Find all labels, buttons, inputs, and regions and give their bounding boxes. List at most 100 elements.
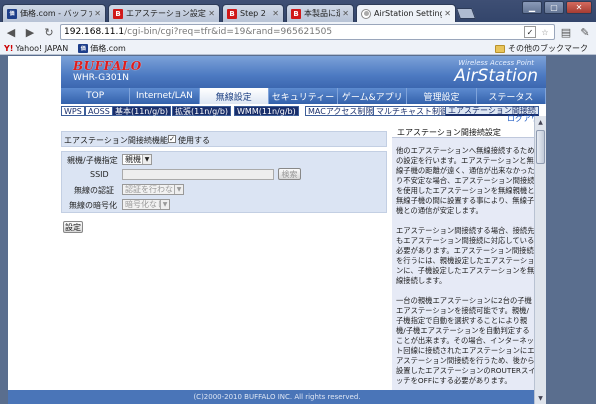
scroll-up-icon[interactable]: ▲ [535, 116, 546, 128]
help-paragraph: エアステーション間接続する場合、接続先もエアステーション間接続に対応している必要… [396, 226, 535, 285]
ssid-label: SSID [90, 170, 109, 179]
help-title: エアステーション間接続設定 [397, 128, 501, 137]
encryption-label: 無線の暗号化 [69, 201, 117, 210]
browser-toolbar: ◀ ▶ ↻ 192.168.11.1/cgi-bin/cgi?req=tfr&i… [0, 22, 596, 42]
chevron-down-icon: ▼ [142, 155, 151, 164]
browser-tab-product[interactable]: B 本製品に遭切 ✕ [286, 4, 354, 22]
browser-tab-step2[interactable]: B Step 2 ✕ [222, 4, 284, 22]
yahoo-icon: Y! [4, 43, 14, 53]
main-nav-internet-lan[interactable]: Internet/LAN [130, 88, 200, 104]
use-checkbox-label: 使用する [178, 136, 210, 145]
window-controls: ▁ ▢ ✕ [522, 1, 592, 14]
tab-title: Step 2 [240, 9, 266, 18]
main-nav-top[interactable]: TOP [61, 88, 131, 104]
address-bar[interactable]: 192.168.11.1/cgi-bin/cgi?req=tfr&id=19&r… [60, 24, 555, 40]
tab-title: エアステーション設定ガイ [126, 9, 206, 18]
feature-label: エアステーション間接続機能 [64, 136, 168, 145]
close-icon[interactable]: ✕ [94, 9, 101, 18]
mode-select[interactable]: 親機 ▼ [122, 154, 152, 165]
page-menu-icon[interactable]: ▤ [558, 24, 574, 40]
tab-title: AirStation Settings [374, 9, 443, 18]
bookmark-yahoo[interactable]: Y! Yahoo! JAPAN [4, 44, 68, 53]
auth-select[interactable]: 認証を行わない ▼ [122, 184, 184, 195]
close-icon[interactable]: ✕ [208, 9, 215, 18]
close-icon[interactable]: ✕ [444, 9, 451, 18]
maximize-button[interactable]: ▢ [544, 1, 564, 14]
mode-value: 親機 [125, 155, 141, 164]
subtab-multicast[interactable]: マルチキャスト制御 [373, 106, 451, 116]
buffalo-favicon: B [227, 8, 237, 19]
ssid-input[interactable] [122, 169, 274, 180]
kakaku-favicon: 価 [7, 8, 17, 19]
subtab-wmm[interactable]: WMM(11n/g/b) [234, 106, 299, 116]
submit-button[interactable]: 設定 [63, 221, 83, 233]
encryption-select[interactable]: 暗号化なし ▼ [122, 199, 170, 210]
subtab-aoss[interactable]: AOSS [85, 106, 113, 116]
router-header: BUFFALO WHR-G301N Wireless Access Point … [61, 56, 546, 88]
subtab-wps[interactable]: WPS [61, 106, 85, 116]
scroll-thumb[interactable] [536, 130, 545, 164]
bookmarks-bar: Y! Yahoo! JAPAN 価 価格.com その他のブックマーク [0, 42, 596, 55]
buffalo-logo: BUFFALO [73, 59, 142, 73]
sub-nav: WPS AOSS 基本(11n/g/b) 拡張(11n/g/b) WMM(11n… [61, 104, 546, 134]
close-icon[interactable]: ✕ [342, 9, 349, 18]
model-name: WHR-G301N [73, 73, 130, 83]
help-paragraph: 他のエアステーションへ無線接続するための設定を行います。エアステーションと無線子… [396, 146, 535, 215]
subtab-extended[interactable]: 拡張(11n/g/b) [172, 106, 232, 116]
encryption-value: 暗号化なし [125, 200, 165, 209]
close-icon[interactable]: ✕ [272, 9, 279, 18]
main-nav-security[interactable]: セキュリティー [268, 88, 339, 104]
search-button[interactable]: 検索 [278, 168, 301, 180]
browser-tab-kakaku[interactable]: 価 価格.com - バッファロー ✕ [2, 4, 106, 22]
chevron-down-icon: ▼ [174, 185, 183, 194]
mode-label: 親機/子機指定 [67, 156, 118, 165]
main-nav-game-apps[interactable]: ゲーム&アプリ [338, 88, 408, 104]
help-paragraph: 一台の親機エアステーションに2台の子機エアステーションを接続可能です。親機/子機… [396, 296, 536, 385]
kakaku-favicon: 価 [78, 43, 89, 53]
forward-icon[interactable]: ▶ [22, 24, 38, 40]
settings-form: エアステーション間接続機能 ✓ 使用する 親機/子機指定 親機 ▼ SSID 検… [61, 129, 389, 399]
url-host: 192.168.11.1 [64, 27, 125, 37]
url-path: /cgi-bin/cgi?req=tfr&id=19&rand=96562150… [124, 27, 333, 37]
wrench-icon[interactable]: ✎ [577, 24, 593, 40]
reload-icon[interactable]: ↻ [41, 24, 57, 40]
buffalo-favicon: B [113, 8, 123, 19]
auth-value: 認証を行わない [125, 185, 181, 194]
help-scrollbar[interactable]: ▲ ▼ [534, 116, 546, 404]
help-panel: エアステーション間接続設定 他のエアステーションへ無線接続するための設定を行いま… [392, 124, 538, 392]
minimize-button[interactable]: ▁ [522, 1, 542, 14]
page-viewport: BUFFALO WHR-G301N Wireless Access Point … [8, 56, 546, 404]
page-action-icon[interactable]: ✓ [524, 26, 536, 38]
window-close-button[interactable]: ✕ [566, 1, 592, 14]
main-nav: TOP Internet/LAN 無線設定 セキュリティー ゲーム&アプリ 管理… [61, 88, 546, 104]
main-nav-wireless[interactable]: 無線設定 [199, 88, 269, 104]
tab-title: 本製品に遭切 [304, 9, 340, 18]
back-icon[interactable]: ◀ [3, 24, 19, 40]
auth-label: 無線の認証 [74, 186, 114, 195]
tab-title: 価格.com - バッファロー [20, 9, 92, 18]
folder-icon [495, 44, 505, 53]
subtab-basic[interactable]: 基本(11n/g/b) [112, 106, 172, 116]
bookmark-star-icon[interactable]: ☆ [539, 26, 551, 38]
main-nav-admin[interactable]: 管理設定 [407, 88, 477, 104]
airstation-favicon [361, 8, 371, 19]
browser-tab-setup-guide[interactable]: B エアステーション設定ガイ ✕ [108, 4, 220, 22]
page-footer: (C)2000-2010 BUFFALO INC. All rights res… [8, 390, 546, 404]
buffalo-favicon: B [291, 8, 301, 19]
main-nav-status[interactable]: ステータス [476, 88, 546, 104]
scroll-down-icon[interactable]: ▼ [535, 392, 546, 404]
bookmark-label: 価格.com [90, 43, 126, 53]
use-checkbox[interactable]: ✓ [168, 135, 176, 143]
subtab-mac-access[interactable]: MACアクセス制限 [305, 106, 377, 116]
help-header: エアステーション間接続設定 [392, 124, 538, 138]
chevron-down-icon: ▼ [160, 200, 169, 209]
airstation-logo: AirStation [454, 66, 538, 86]
new-tab-button[interactable] [455, 8, 477, 19]
other-bookmarks-label: その他のブックマーク [508, 44, 588, 53]
help-body: 他のエアステーションへ無線接続するための設定を行います。エアステーションと無線子… [396, 146, 536, 392]
bookmark-kakaku[interactable]: 価 価格.com [78, 43, 126, 54]
browser-tab-airstation[interactable]: AirStation Settings ✕ [356, 4, 456, 22]
other-bookmarks[interactable]: その他のブックマーク [495, 43, 588, 54]
bookmark-label: Yahoo! JAPAN [15, 43, 69, 53]
tab-strip: 価 価格.com - バッファロー ✕ B エアステーション設定ガイ ✕ B S… [0, 0, 596, 22]
